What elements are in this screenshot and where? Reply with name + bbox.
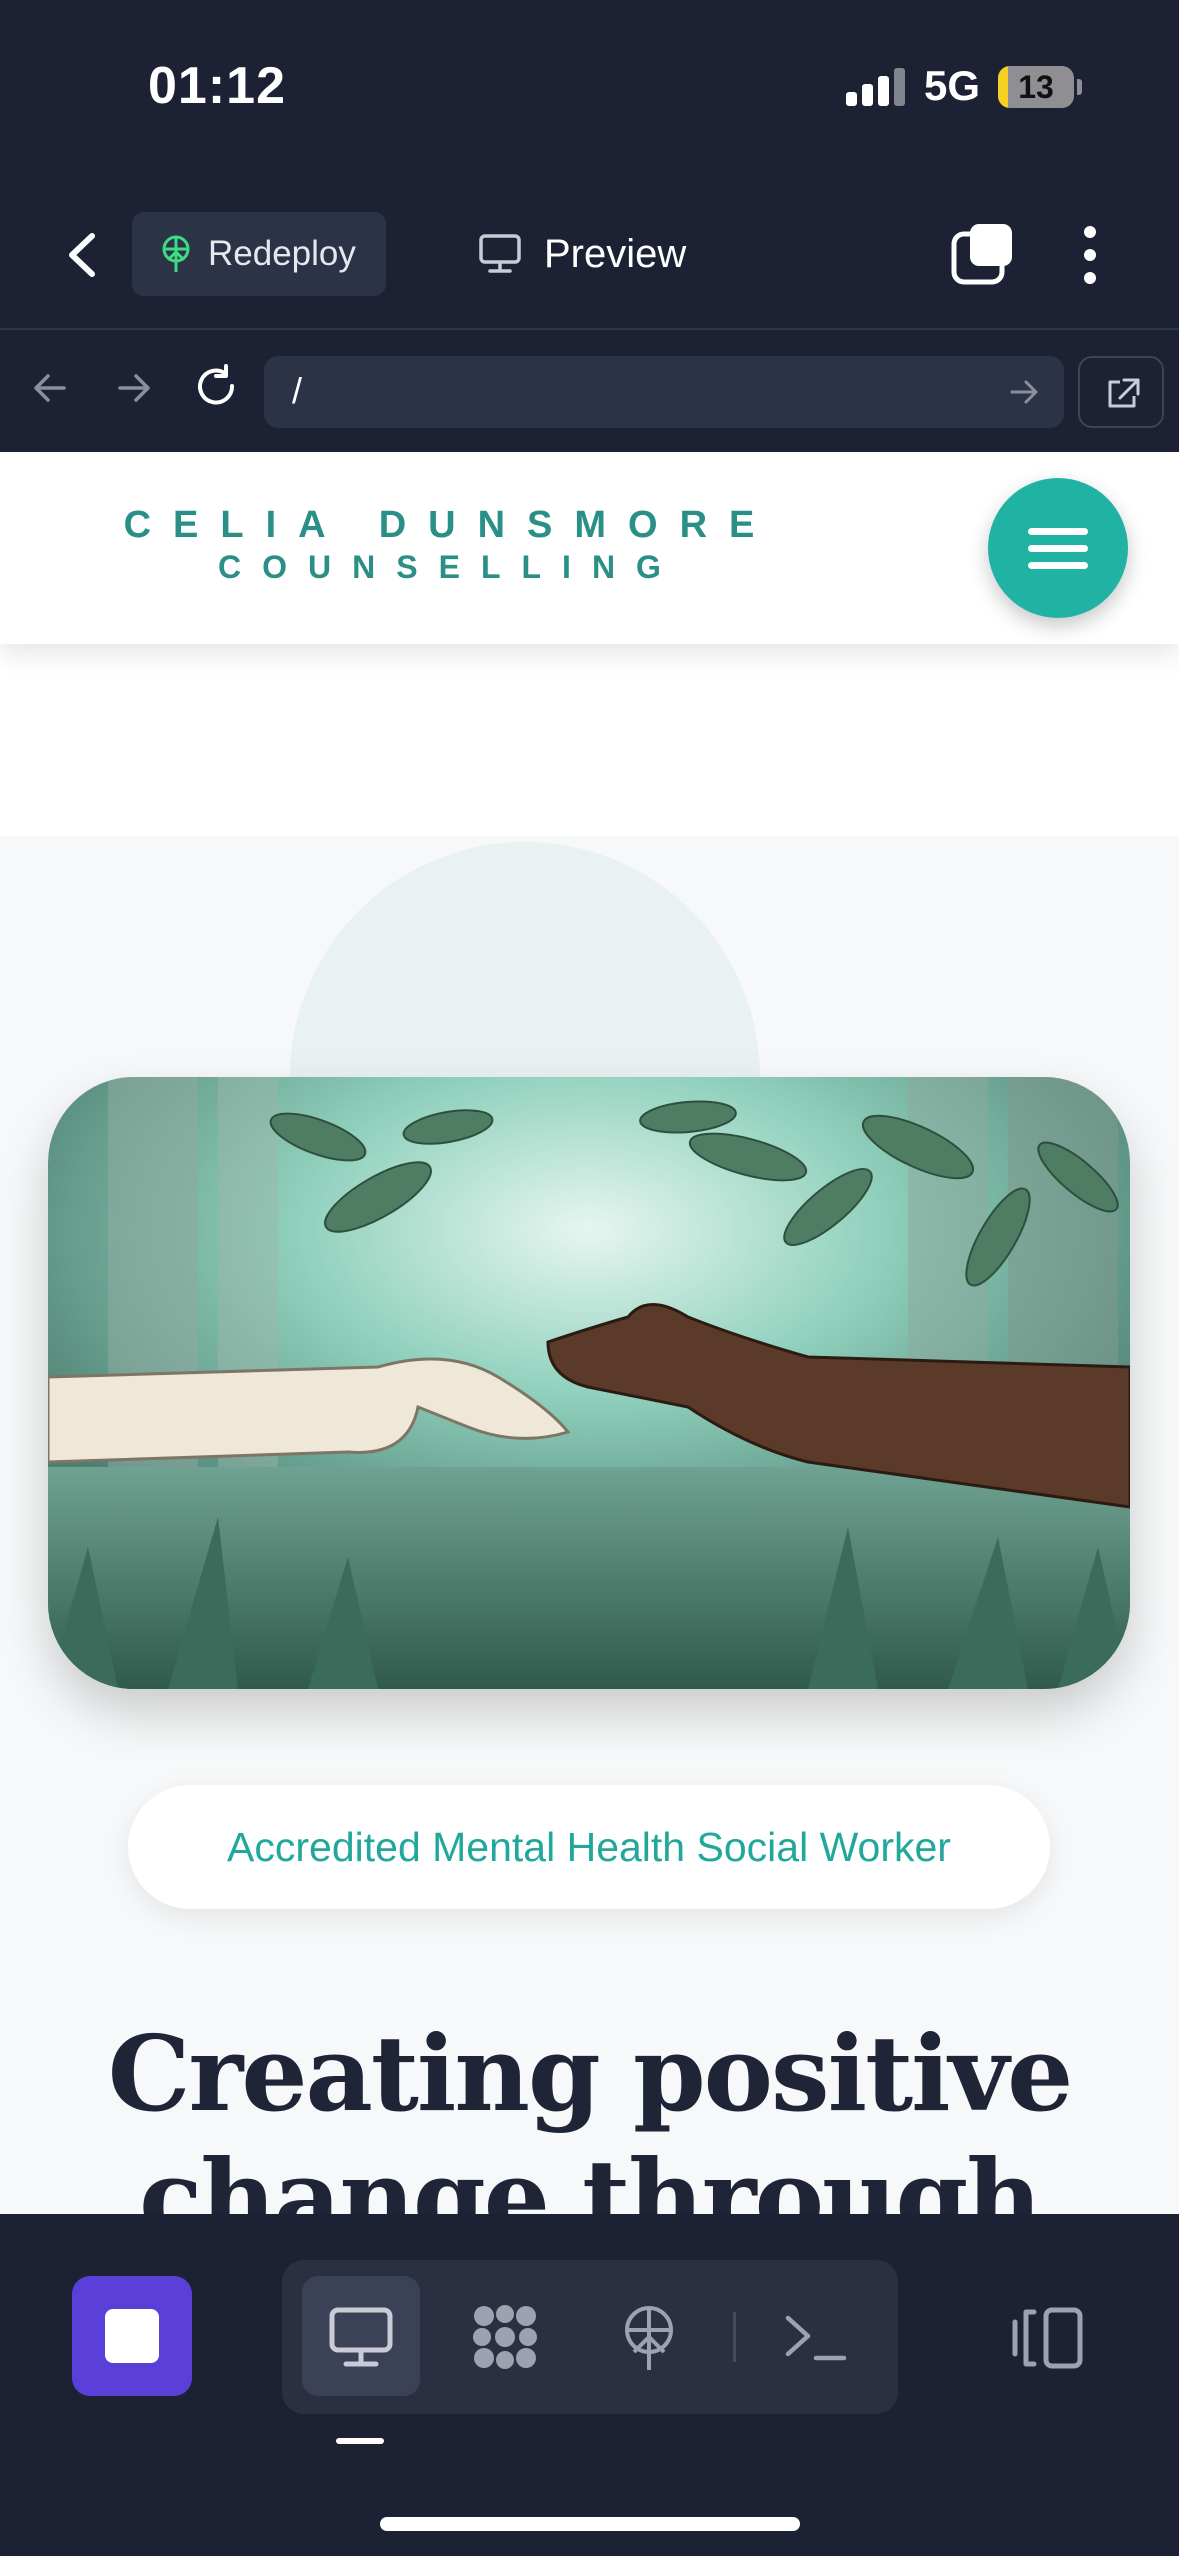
status-time: 01:12 xyxy=(148,57,286,115)
battery-level: 13 xyxy=(1018,69,1054,105)
toolbar-divider xyxy=(733,2312,736,2362)
credential-badge: Accredited Mental Health Social Worker xyxy=(128,1785,1050,1909)
battery-icon: 13 xyxy=(998,66,1074,108)
browser-bar: / xyxy=(0,332,1179,452)
site-logo[interactable]: CELIA DUNSMORE COUNSELLING xyxy=(100,504,800,586)
split-view-icon[interactable] xyxy=(1012,2306,1084,2370)
reload-icon[interactable] xyxy=(188,360,244,416)
hero-title: Creating positive change through xyxy=(0,2012,1179,2214)
terminal-icon[interactable] xyxy=(756,2276,874,2396)
dots-grid-icon[interactable] xyxy=(446,2276,564,2396)
battery-tip xyxy=(1077,79,1082,95)
monitor-icon xyxy=(479,234,521,273)
logo-line-2: COUNSELLING xyxy=(218,549,682,585)
redeploy-label: Redeploy xyxy=(208,234,356,273)
hero-title-line-2: change through xyxy=(139,2136,1042,2214)
app-header: Redeploy Preview xyxy=(0,180,1179,330)
chevron-left-icon xyxy=(69,233,95,277)
open-external-button[interactable] xyxy=(1078,356,1164,428)
back-button[interactable] xyxy=(56,220,116,290)
site-header: CELIA DUNSMORE COUNSELLING xyxy=(0,452,1179,644)
stop-button[interactable] xyxy=(72,2276,192,2396)
hero-image xyxy=(48,1077,1130,1689)
arrow-right-icon[interactable] xyxy=(106,360,162,416)
deploy-tree-icon xyxy=(162,235,190,272)
more-options-icon[interactable] xyxy=(1070,222,1110,288)
header-spacer xyxy=(0,644,1179,836)
deploy-tree-icon[interactable] xyxy=(590,2276,708,2396)
url-text: / xyxy=(292,370,303,411)
stop-icon xyxy=(105,2309,159,2363)
preview-tab[interactable]: Preview xyxy=(478,212,686,296)
stacked-windows-icon xyxy=(951,224,1012,285)
tool-switcher xyxy=(282,2260,898,2414)
web-preview: CELIA DUNSMORE COUNSELLING Accredited Me… xyxy=(0,452,1179,2214)
go-arrow-icon[interactable] xyxy=(1006,374,1042,410)
url-input[interactable]: / xyxy=(264,356,1064,428)
status-bar: 01:12 5G 13 xyxy=(0,0,1179,180)
external-link-icon xyxy=(1108,378,1140,408)
home-indicator[interactable] xyxy=(380,2517,800,2531)
bottom-toolbar xyxy=(0,2214,1179,2556)
network-type: 5G xyxy=(924,62,981,109)
preview-label: Preview xyxy=(544,231,687,276)
logo-line-1: CELIA DUNSMORE xyxy=(123,504,777,546)
windows-button[interactable] xyxy=(950,222,1016,288)
cellular-signal-icon xyxy=(846,66,906,106)
hamburger-menu-icon[interactable] xyxy=(988,478,1128,618)
hero-title-line-1: Creating positive xyxy=(107,2012,1074,2135)
desktop-icon[interactable] xyxy=(302,2276,420,2396)
redeploy-button[interactable]: Redeploy xyxy=(132,212,386,296)
active-tab-indicator xyxy=(336,2438,384,2444)
arrow-left-icon[interactable] xyxy=(22,360,78,416)
